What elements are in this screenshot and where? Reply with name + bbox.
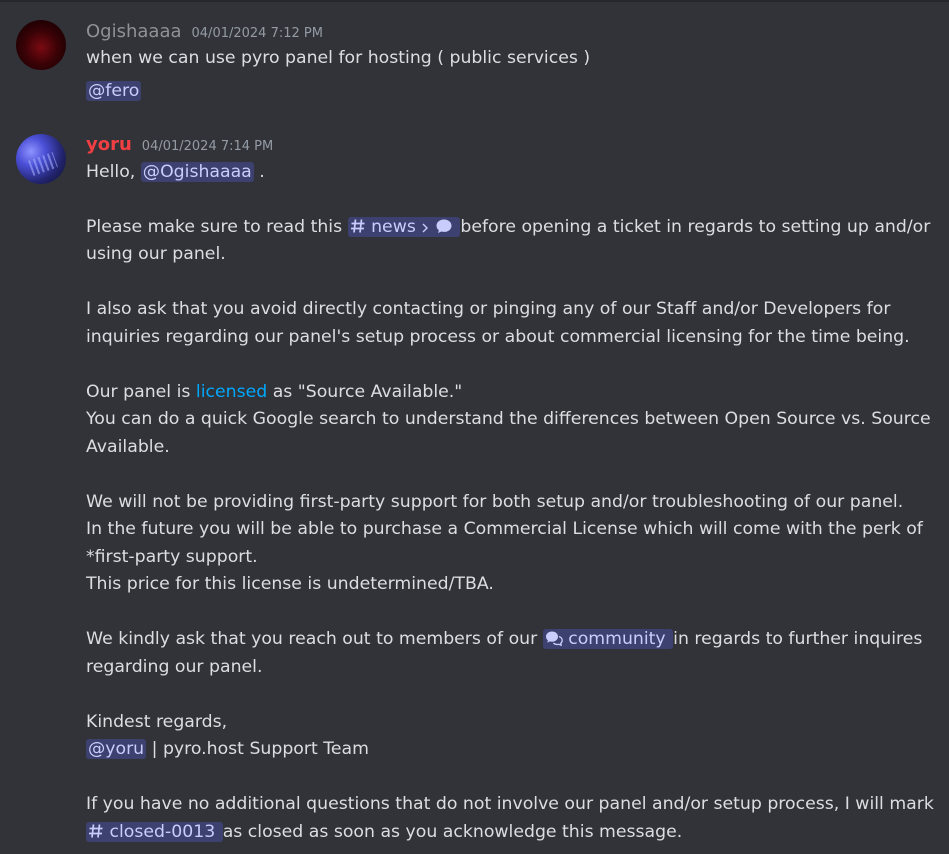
channel-mention-closed[interactable]: closed-0013	[86, 822, 223, 842]
chevron-right-icon	[421, 218, 429, 240]
message-line: inquiries regarding our panel's setup pr…	[86, 327, 910, 347]
hashtag-icon	[350, 218, 366, 240]
message-header: Ogishaaaa 04/01/2024 7:12 PM	[86, 21, 323, 42]
message-line: You can do a quick Google search to unde…	[86, 409, 931, 429]
licensed-link[interactable]: licensed	[196, 382, 267, 402]
user-mention[interactable]: @Ogishaaaa	[140, 162, 254, 182]
message-line: Kindest regards,	[86, 712, 228, 732]
user-mention[interactable]: @fero	[86, 81, 142, 101]
message-text: when we can use pyro panel for hosting (…	[86, 48, 591, 68]
channel-name: closed-0013	[109, 822, 216, 842]
text-fragment: as closed as soon as you acknowledge thi…	[222, 822, 683, 842]
message-line: using our panel.	[86, 244, 226, 264]
message-line: We kindly ask that you reach out to memb…	[86, 628, 922, 652]
text-fragment: in regards to further inquires	[673, 629, 923, 649]
greeting-end: .	[259, 162, 265, 182]
message-line: @yoru | pyro.host Support Team	[86, 738, 369, 760]
channel-name: community	[568, 629, 666, 649]
forum-icon	[545, 630, 563, 652]
message-line: Please make sure to read this news befor…	[86, 216, 930, 240]
message-line: Our panel is licensed as "Source Availab…	[86, 381, 462, 403]
text-fragment: We kindly ask that you reach out to memb…	[86, 629, 538, 649]
username[interactable]: yoru	[86, 134, 132, 155]
greeting-text: Hello,	[86, 162, 136, 182]
message-line: @fero	[86, 80, 142, 102]
text-fragment: Our panel is	[86, 382, 191, 402]
message-line: Hello, @Ogishaaaa .	[86, 161, 265, 183]
message-line: If you have no additional questions that…	[86, 794, 934, 814]
text-fragment: Please make sure to read this	[86, 217, 343, 237]
avatar[interactable]	[16, 134, 66, 184]
username[interactable]: Ogishaaaa	[86, 21, 182, 42]
hashtag-icon	[88, 823, 104, 845]
thread-icon	[435, 218, 453, 240]
message-line: In the future you will be able to purcha…	[86, 519, 923, 539]
top-divider	[0, 0, 949, 2]
message-line: This price for this license is undetermi…	[86, 574, 494, 594]
channel-mention-news[interactable]: news	[347, 217, 461, 240]
text-fragment: as "Source Available."	[272, 382, 463, 402]
text-fragment: | pyro.host Support Team	[151, 739, 369, 759]
message-line: I also ask that you avoid directly conta…	[86, 299, 891, 319]
message-line: We will not be providing first-party sup…	[86, 492, 904, 512]
message-line: *first-party support.	[86, 547, 258, 567]
timestamp: 04/01/2024 7:12 PM	[191, 26, 323, 41]
channel-name: news	[371, 217, 416, 237]
avatar[interactable]	[16, 20, 66, 70]
timestamp: 04/01/2024 7:14 PM	[141, 139, 274, 154]
user-mention[interactable]: @yoru	[86, 739, 147, 759]
message-line: regarding our panel.	[86, 657, 263, 677]
text-fragment: before opening a ticket in regards to se…	[460, 217, 931, 237]
message-header: yoru 04/01/2024 7:14 PM	[86, 134, 273, 155]
message-line: closed-0013 as closed as soon as you ack…	[86, 821, 682, 845]
message-line: Available.	[86, 437, 170, 457]
channel-mention-community[interactable]: community	[542, 629, 674, 652]
